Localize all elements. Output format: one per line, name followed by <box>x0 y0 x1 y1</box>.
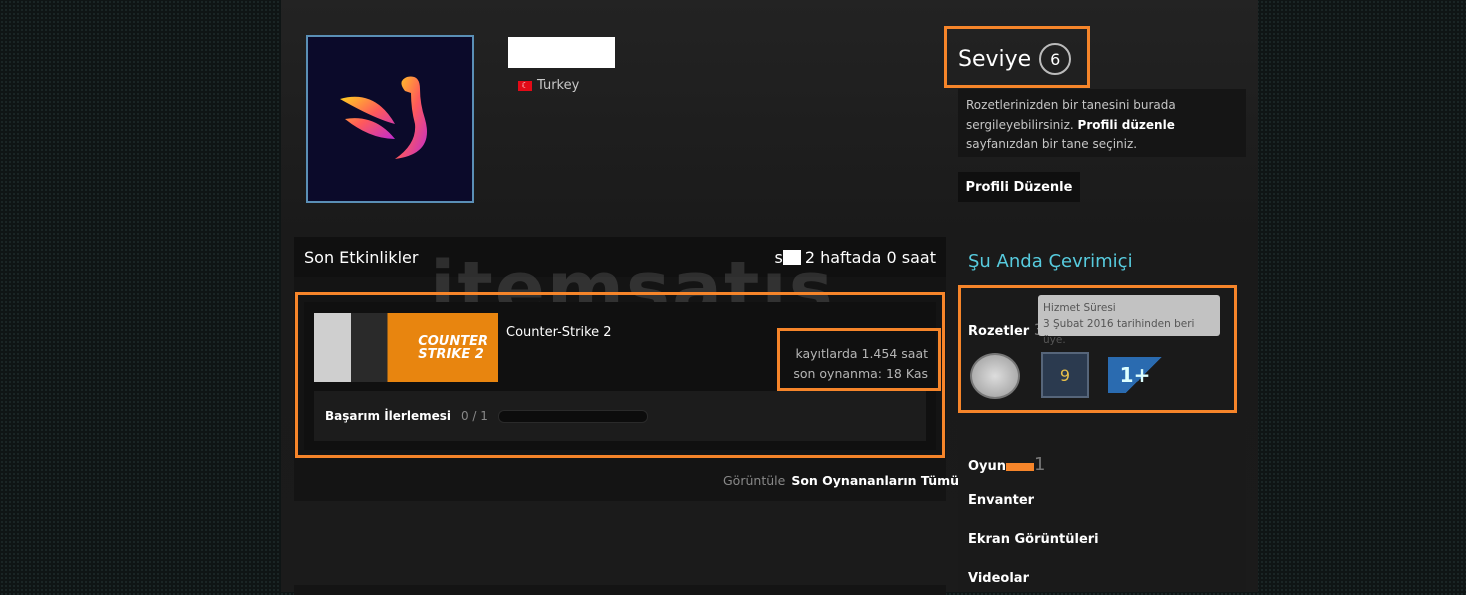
activity-title: Son Etkinlikler <box>304 247 419 267</box>
showcase-text-2: sayfanızdan bir tane seçiniz. <box>966 137 1138 151</box>
swan-logo-icon <box>340 76 427 159</box>
highlight-box <box>958 285 1237 413</box>
games-label: Oyun <box>968 459 1007 474</box>
sidebar-link-inventory[interactable]: Envanter <box>968 493 1034 508</box>
redaction <box>1006 463 1035 471</box>
highlight-box <box>777 328 941 391</box>
country-label: Turkey <box>537 78 580 93</box>
games-count: 1 <box>1034 454 1046 475</box>
all-recent-link[interactable]: Son Oynananların Tümü <box>791 473 959 488</box>
edit-profile-button[interactable]: Profili Düzenle <box>958 172 1080 202</box>
turkey-flag-icon: ☾ <box>518 80 532 91</box>
online-status: Şu Anda Çevrimiçi <box>968 251 1133 272</box>
avatar[interactable] <box>306 35 474 203</box>
recent-footer: Görüntüle Son Oynananların Tümü <box>723 473 959 488</box>
profile-country: ☾ Turkey <box>518 78 579 93</box>
next-panel <box>294 585 946 595</box>
showcase-info: Rozetlerinizden bir tanesini burada serg… <box>958 89 1246 157</box>
sidebar-link-screenshots[interactable]: Ekran Görüntüleri <box>968 532 1099 547</box>
footer-label: Görüntüle <box>723 473 786 488</box>
profile-name-redacted <box>508 37 615 68</box>
sidebar-link-videos[interactable]: Videolar <box>968 571 1029 586</box>
sidebar-link-games[interactable]: Oyun 1 <box>968 454 1046 475</box>
highlight-box <box>944 26 1090 88</box>
edit-profile-link[interactable]: Profili düzenle <box>1078 118 1175 132</box>
